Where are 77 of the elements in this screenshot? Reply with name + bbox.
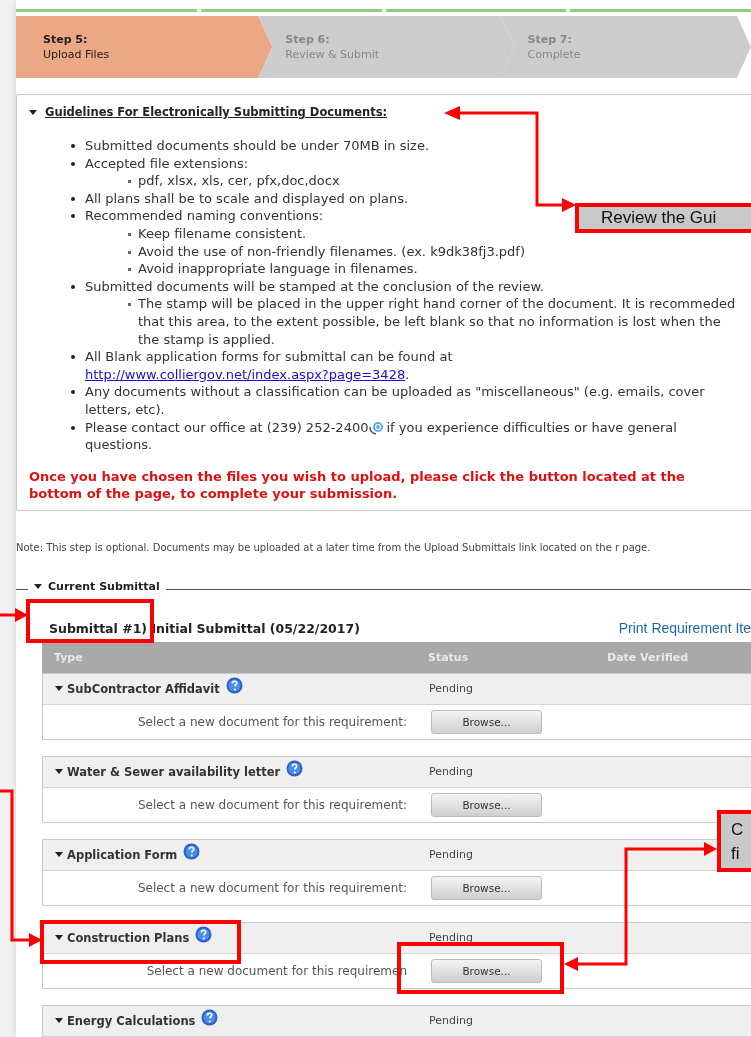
browse-button[interactable]: Browse... — [431, 709, 542, 734]
pointer-arrow — [0, 608, 28, 622]
guidelines-heading[interactable]: Guidelines For Electronically Submitting Documents: — [45, 105, 388, 119]
list-text: if you experience difficulties or have general — [386, 419, 677, 435]
bullet-icon — [128, 232, 131, 236]
bullet-icon — [71, 161, 75, 166]
help-icon[interactable] — [225, 677, 243, 695]
bullet-icon — [71, 284, 75, 289]
column-header: Date Verified — [607, 650, 690, 664]
help-icon[interactable] — [183, 843, 201, 861]
caret-icon[interactable] — [55, 852, 63, 858]
prompt-text: Select a new document for this requirement: — [136, 880, 408, 895]
callout-box: C fi — [717, 810, 751, 872]
list-text: Keep filename consistent. — [138, 224, 307, 243]
bullet-icon — [71, 390, 75, 395]
list-text: pdf, xlsx, xls, cer, pfx,doc,docx — [138, 172, 340, 190]
bullet-icon — [128, 303, 131, 307]
help-icon[interactable] — [286, 760, 304, 778]
step-tab[interactable]: Step 5: Upload Files — [16, 16, 273, 78]
requirement-title[interactable]: SubContractor Affidavit — [67, 681, 220, 696]
prompt-text: Select a new document for this requirement: — [136, 714, 408, 729]
list-text: Recommended naming conventions: — [85, 208, 324, 224]
browse-button[interactable]: Browse... — [431, 792, 542, 817]
step-title: Upload Files — [43, 48, 111, 61]
bullet-icon — [128, 268, 131, 272]
bullet-icon — [71, 214, 75, 219]
list-text: All plans shall be to scale and displayed on plans. — [85, 190, 409, 206]
bullet-icon — [71, 355, 75, 360]
list-text: Submitted documents should be under 70MB in size. — [85, 138, 429, 153]
caret-icon[interactable] — [55, 769, 63, 775]
list-text: Submitted documents will be stamped at the conclusion of the review. — [85, 278, 544, 294]
list-text: The stamp will be placed in the upper right hand corner of the document. It is recommeded that this area, to the extent possible, be left blank so that no information is lost when the the stamp is applied. — [138, 295, 737, 349]
list-text: All Blank application forms for submittal can be found at — [85, 349, 453, 365]
step-title: Review & Submit — [285, 48, 381, 61]
status-text: Pending — [429, 848, 474, 862]
browse-button[interactable]: Browse... — [431, 958, 542, 983]
bullet-icon — [71, 425, 75, 430]
help-icon[interactable] — [195, 926, 213, 944]
list-text: Avoid inappropriate language in filenames. — [138, 260, 418, 278]
list-text: Accepted file extensions: — [85, 155, 249, 171]
bullet-icon — [71, 144, 75, 148]
caret-icon[interactable] — [34, 583, 42, 589]
callout-box: Review the Gui — [575, 203, 751, 233]
requirement-title[interactable]: Construction Plans — [67, 930, 190, 945]
bullet-icon — [128, 250, 131, 254]
step-number: Step 5: — [43, 33, 89, 46]
note-text: Note: This step is optional. Documents may be uploaded at a later time from the Upload Submittals link located on the r page. — [16, 540, 652, 555]
help-icon[interactable] — [201, 1009, 219, 1027]
section-legend[interactable]: Current Submittal — [48, 579, 160, 593]
step-number: Step 6: — [285, 33, 331, 46]
column-header: Status — [428, 650, 470, 664]
list-text: questions. — [85, 437, 153, 453]
warning-text: Once you have chosen the files you wish to upload, please click the button located at the bottom of the page, to complete your submission. — [29, 467, 686, 502]
caret-icon[interactable] — [55, 686, 63, 692]
requirement-title[interactable]: Application Form — [67, 847, 178, 862]
status-text: Pending — [429, 931, 474, 945]
list-text: Any documents without a classification can be uploaded as "miscellaneous" (e.g. emails, cover letters, etc). — [85, 384, 705, 417]
status-text: Pending — [429, 682, 474, 696]
list-text: Avoid the use of non-friendly filenames. (ex. k9dk38fj3.pdf) — [138, 242, 525, 261]
list-text: Please contact our office at (239) 252-2400 — [85, 419, 369, 435]
step-title: Complete — [527, 48, 582, 61]
requirement-title[interactable]: Water & Sewer availability letter — [67, 764, 281, 779]
bullet-icon — [71, 196, 75, 201]
prompt-text: Select a new document for this requirement: — [136, 797, 408, 812]
phone-icon — [368, 421, 385, 435]
caret-icon[interactable] — [55, 935, 63, 941]
column-header: Type — [53, 650, 84, 664]
browse-button[interactable]: Browse... — [431, 875, 542, 900]
print-link[interactable]: Print Requirement Ite — [618, 619, 751, 636]
bullet-icon — [128, 180, 131, 184]
requirement-title[interactable]: Energy Calculations — [67, 1013, 196, 1028]
status-text: Pending — [429, 1014, 474, 1028]
status-text: Pending — [429, 765, 474, 779]
step-number: Step 7: — [527, 33, 573, 46]
caret-icon[interactable] — [29, 109, 37, 115]
list-text: . — [405, 366, 410, 382]
caret-icon[interactable] — [55, 1018, 63, 1024]
